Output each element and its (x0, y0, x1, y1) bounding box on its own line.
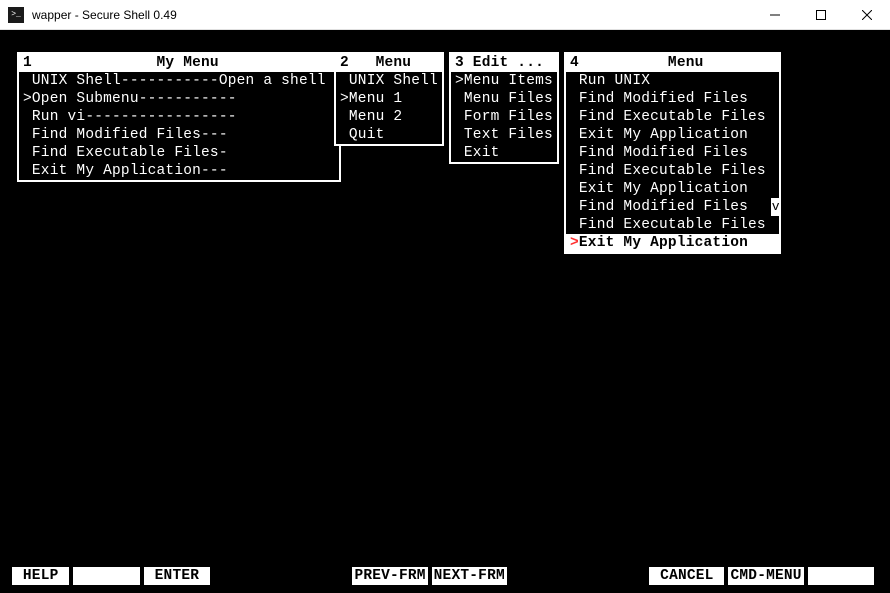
cmd-menu-button[interactable]: CMD-MENU (728, 567, 803, 585)
menu-body-3: >Menu Items Menu Files Form Files Text F… (451, 72, 557, 162)
menu-header-1: 1 My Menu (19, 54, 339, 72)
titlebar: wapper - Secure Shell 0.49 (0, 0, 890, 30)
close-button[interactable] (844, 0, 890, 29)
menu-panel-3: 3 Edit ... >Menu Items Menu Files Form F… (449, 52, 559, 164)
menu-item[interactable]: UNIX Shell (336, 72, 442, 90)
menu-item[interactable]: >Menu 1 (336, 90, 442, 108)
menu-header-3: 3 Edit ... (451, 54, 557, 72)
menu-item[interactable]: Exit (451, 144, 557, 162)
menu-body-1: UNIX Shell-----------Open a shell >Open … (19, 72, 339, 180)
menu-item[interactable]: Menu Files (451, 90, 557, 108)
blank-button[interactable] (808, 567, 874, 585)
cancel-button[interactable]: CANCEL (649, 567, 724, 585)
menu-item[interactable]: >Menu Items (451, 72, 557, 90)
menu-item[interactable]: Exit My Application--- (19, 162, 339, 180)
menu-item[interactable]: Quit (336, 126, 442, 144)
menu-item[interactable]: Find Executable Files (566, 216, 779, 234)
menu-panel-1: 1 My Menu UNIX Shell-----------Open a sh… (17, 52, 341, 182)
menu-item[interactable]: Exit My Application (566, 126, 779, 144)
menu-item[interactable]: >Open Submenu----------- (19, 90, 339, 108)
menu-item[interactable]: Find Modified Files (566, 144, 779, 162)
prev-frm-button[interactable]: PREV-FRM (352, 567, 427, 585)
window-controls (752, 0, 890, 29)
next-frm-button[interactable]: NEXT-FRM (432, 567, 507, 585)
menu-body-4: Run UNIX Find Modified Files Find Execut… (566, 72, 779, 252)
menu-item[interactable]: Find Modified Files (566, 90, 779, 108)
function-key-bar: HELP ENTER PREV-FRM NEXT-FRM CANCEL CMD-… (12, 567, 878, 585)
menu-header-4: 4 Menu (566, 54, 779, 72)
terminal-icon (8, 7, 24, 23)
menu-item[interactable]: UNIX Shell-----------Open a shell (19, 72, 339, 90)
spacer (214, 567, 352, 585)
menu-item[interactable]: Exit My Application v (566, 180, 779, 198)
menu-item[interactable]: Find Modified Files--- (19, 126, 339, 144)
app-window: wapper - Secure Shell 0.49 1 My Menu UNI… (0, 0, 890, 593)
menu-item[interactable]: Find Executable Files (566, 162, 779, 180)
menu-item[interactable]: Form Files (451, 108, 557, 126)
window-title: wapper - Secure Shell 0.49 (32, 8, 752, 22)
menu-item[interactable]: Find Modified Files (566, 198, 779, 216)
menu-panel-4: 4 Menu Run UNIX Find Modified Files Find… (564, 52, 781, 254)
menu-item[interactable]: Run vi----------------- (19, 108, 339, 126)
blank-button[interactable] (73, 567, 139, 585)
spacer (511, 567, 649, 585)
menu-header-2: 2 Menu (336, 54, 442, 72)
help-button[interactable]: HELP (12, 567, 69, 585)
menu-item[interactable]: Find Executable Files- (19, 144, 339, 162)
menu-panel-2: 2 Menu UNIX Shell >Menu 1 Menu 2 Quit (334, 52, 444, 146)
menu-item[interactable]: Run UNIX (566, 72, 779, 90)
menu-body-2: UNIX Shell >Menu 1 Menu 2 Quit (336, 72, 442, 144)
menu-item-selected[interactable]: >Exit My Application (566, 234, 779, 252)
maximize-button[interactable] (798, 0, 844, 29)
terminal-area: 1 My Menu UNIX Shell-----------Open a sh… (0, 30, 890, 593)
menu-item[interactable]: Text Files (451, 126, 557, 144)
enter-button[interactable]: ENTER (144, 567, 210, 585)
menu-item[interactable]: Menu 2 (336, 108, 442, 126)
minimize-button[interactable] (752, 0, 798, 29)
menu-item[interactable]: Find Executable Files (566, 108, 779, 126)
